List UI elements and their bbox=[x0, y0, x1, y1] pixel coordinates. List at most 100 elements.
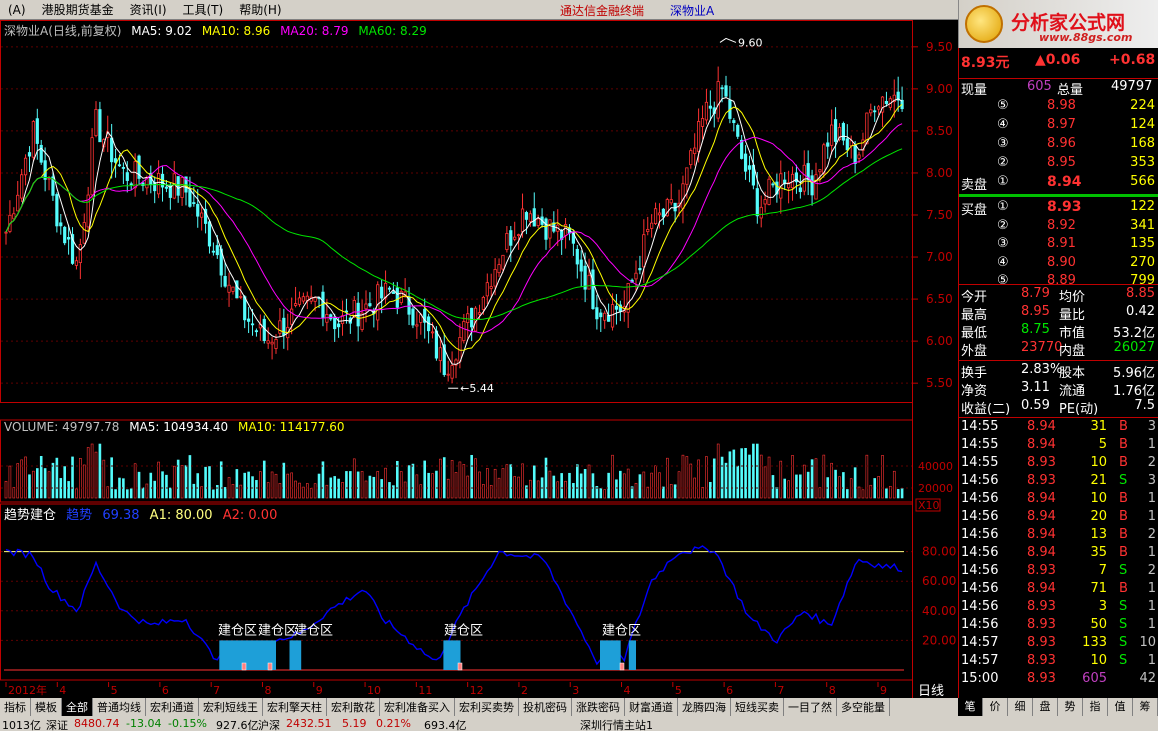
candle-body bbox=[415, 324, 419, 327]
volume-bar bbox=[227, 477, 231, 499]
volume-bar bbox=[286, 473, 290, 499]
volume-bar bbox=[4, 480, 8, 499]
volume-bar bbox=[325, 484, 329, 499]
menu-item-help[interactable]: 帮助(H) bbox=[231, 1, 289, 18]
tab-indicator-12[interactable]: 财富通道 bbox=[625, 698, 678, 716]
tick-price: 8.93 bbox=[1027, 563, 1056, 578]
candle-body bbox=[113, 158, 118, 163]
candle-body bbox=[614, 305, 619, 310]
indicator-legend-trend-value: 69.38 bbox=[102, 508, 140, 523]
price-axis-tick: 7.00 bbox=[926, 250, 953, 264]
detail-tab-4[interactable]: 势 bbox=[1058, 698, 1083, 716]
candle-body bbox=[634, 272, 638, 280]
tick-volume: 605 bbox=[1082, 671, 1107, 686]
tick-time: 14:56 bbox=[961, 563, 999, 578]
sz-index-value: 8480.74 bbox=[74, 717, 120, 730]
detail-tab-7[interactable]: 筹 bbox=[1133, 698, 1158, 716]
volume-bar bbox=[442, 457, 446, 499]
tab-indicator-16[interactable]: 多空能量 bbox=[837, 698, 890, 716]
tick-volume: 31 bbox=[1090, 419, 1107, 434]
detail-tab-5[interactable]: 指 bbox=[1083, 698, 1108, 716]
buy-level-price: 8.93 bbox=[1047, 199, 1082, 215]
chart-area[interactable]: 9.50 9.00 8.50 8.00 7.50 7.00 6.50 6.00 5.50 9.60… bbox=[0, 20, 958, 700]
tab-indicator-6[interactable]: 宏利擎天柱 bbox=[263, 698, 327, 716]
tick-volume: 133 bbox=[1082, 635, 1107, 650]
fin-value: 1.76亿 bbox=[1113, 384, 1155, 399]
tick-row: 14:56 8.93 50 S 1 bbox=[959, 617, 1158, 635]
volume-bar bbox=[591, 473, 595, 499]
volume-bar bbox=[114, 489, 117, 499]
tick-direction: S bbox=[1119, 635, 1128, 650]
candle-body bbox=[121, 167, 125, 169]
candle-body bbox=[297, 297, 302, 305]
tick-row: 14:56 8.94 10 B 1 bbox=[959, 491, 1158, 509]
detail-tab-3[interactable]: 盘 bbox=[1033, 698, 1058, 716]
volume-bar bbox=[341, 482, 344, 499]
candle-body bbox=[207, 221, 212, 247]
volume-bar bbox=[896, 489, 900, 499]
candle-body bbox=[763, 199, 767, 205]
tab-indicator-1[interactable]: 模板 bbox=[31, 698, 62, 716]
detail-tab-2[interactable]: 细 bbox=[1008, 698, 1033, 716]
volume-bar bbox=[32, 470, 35, 499]
detail-tab-0[interactable]: 笔 bbox=[958, 698, 983, 716]
candle-body bbox=[833, 119, 838, 142]
candle-body bbox=[505, 233, 509, 250]
tab-indicator-4[interactable]: 宏利通道 bbox=[146, 698, 199, 716]
tab-indicator-10[interactable]: 投机密码 bbox=[519, 698, 572, 716]
sell-level-price: 8.97 bbox=[1047, 117, 1076, 132]
volume-legend-title: VOLUME: 49797.78 bbox=[4, 420, 120, 434]
menu-item-tools[interactable]: 工具(T) bbox=[175, 1, 232, 18]
candle-body bbox=[82, 222, 86, 244]
buy-level-index: ① bbox=[997, 199, 1009, 214]
detail-tab-1[interactable]: 价 bbox=[983, 698, 1008, 716]
x-axis-tick: 8 bbox=[264, 684, 271, 697]
candle-body bbox=[59, 222, 63, 227]
tab-indicator-5[interactable]: 宏利短线王 bbox=[199, 698, 263, 716]
tab-indicator-0[interactable]: 指标 bbox=[0, 698, 31, 716]
volume-bar bbox=[188, 455, 192, 499]
stat-value: 23770 bbox=[1021, 340, 1063, 355]
buy-signal-arrow bbox=[267, 662, 273, 671]
tick-direction: S bbox=[1119, 599, 1128, 614]
candle-body bbox=[78, 244, 82, 264]
volume-bar bbox=[634, 482, 638, 499]
accumulation-zone-bar bbox=[628, 640, 636, 670]
x-axis-tick: 7 bbox=[213, 684, 220, 697]
volume-bar bbox=[255, 480, 258, 499]
detail-tab-6[interactable]: 值 bbox=[1108, 698, 1133, 716]
tab-indicator-9[interactable]: 宏利买卖势 bbox=[455, 698, 519, 716]
volume-bar bbox=[247, 471, 250, 499]
menu-item-a[interactable]: (A) bbox=[0, 3, 34, 17]
x-axis-tick: 6 bbox=[162, 684, 169, 697]
tab-indicator-13[interactable]: 龙腾四海 bbox=[678, 698, 731, 716]
candle-body bbox=[822, 144, 826, 174]
tab-indicator-3[interactable]: 普通均线 bbox=[93, 698, 146, 716]
price-axis-tick: 9.50 bbox=[926, 40, 953, 54]
candle-body bbox=[117, 164, 122, 167]
volume-bar bbox=[337, 478, 340, 499]
volume-bar bbox=[701, 487, 704, 499]
volume-bar bbox=[779, 460, 783, 499]
candle-body bbox=[877, 106, 881, 110]
volume-bar bbox=[172, 465, 176, 499]
tab-indicator-8[interactable]: 宏利准备买入 bbox=[380, 698, 455, 716]
tick-row: 14:56 8.93 3 S 1 bbox=[959, 599, 1158, 617]
tab-indicator-15[interactable]: 一目了然 bbox=[784, 698, 837, 716]
volume-bar bbox=[763, 466, 767, 499]
volume-row: 现量 605 总量 49797 bbox=[959, 78, 1158, 98]
tab-indicator-7[interactable]: 宏利散花 bbox=[327, 698, 380, 716]
tab-indicator-11[interactable]: 涨跌密码 bbox=[572, 698, 625, 716]
volume-bar bbox=[39, 456, 43, 499]
volume-bar bbox=[799, 474, 802, 499]
buy-level-price: 8.91 bbox=[1047, 236, 1076, 251]
menu-item-hk-futures[interactable]: 港股期货基金 bbox=[34, 1, 122, 18]
tick-count: 1 bbox=[1147, 599, 1156, 614]
tab-indicator-14[interactable]: 短线买卖 bbox=[731, 698, 784, 716]
tab-indicator-2[interactable]: 全部 bbox=[62, 698, 93, 716]
menu-item-info[interactable]: 资讯(I) bbox=[122, 1, 175, 18]
candle-body bbox=[743, 153, 748, 172]
chart-canvas[interactable]: 9.50 9.00 8.50 8.00 7.50 7.00 6.50 6.00 5.50 9.60… bbox=[0, 20, 958, 700]
tick-price: 8.94 bbox=[1027, 509, 1056, 524]
tick-price: 8.93 bbox=[1027, 671, 1056, 686]
